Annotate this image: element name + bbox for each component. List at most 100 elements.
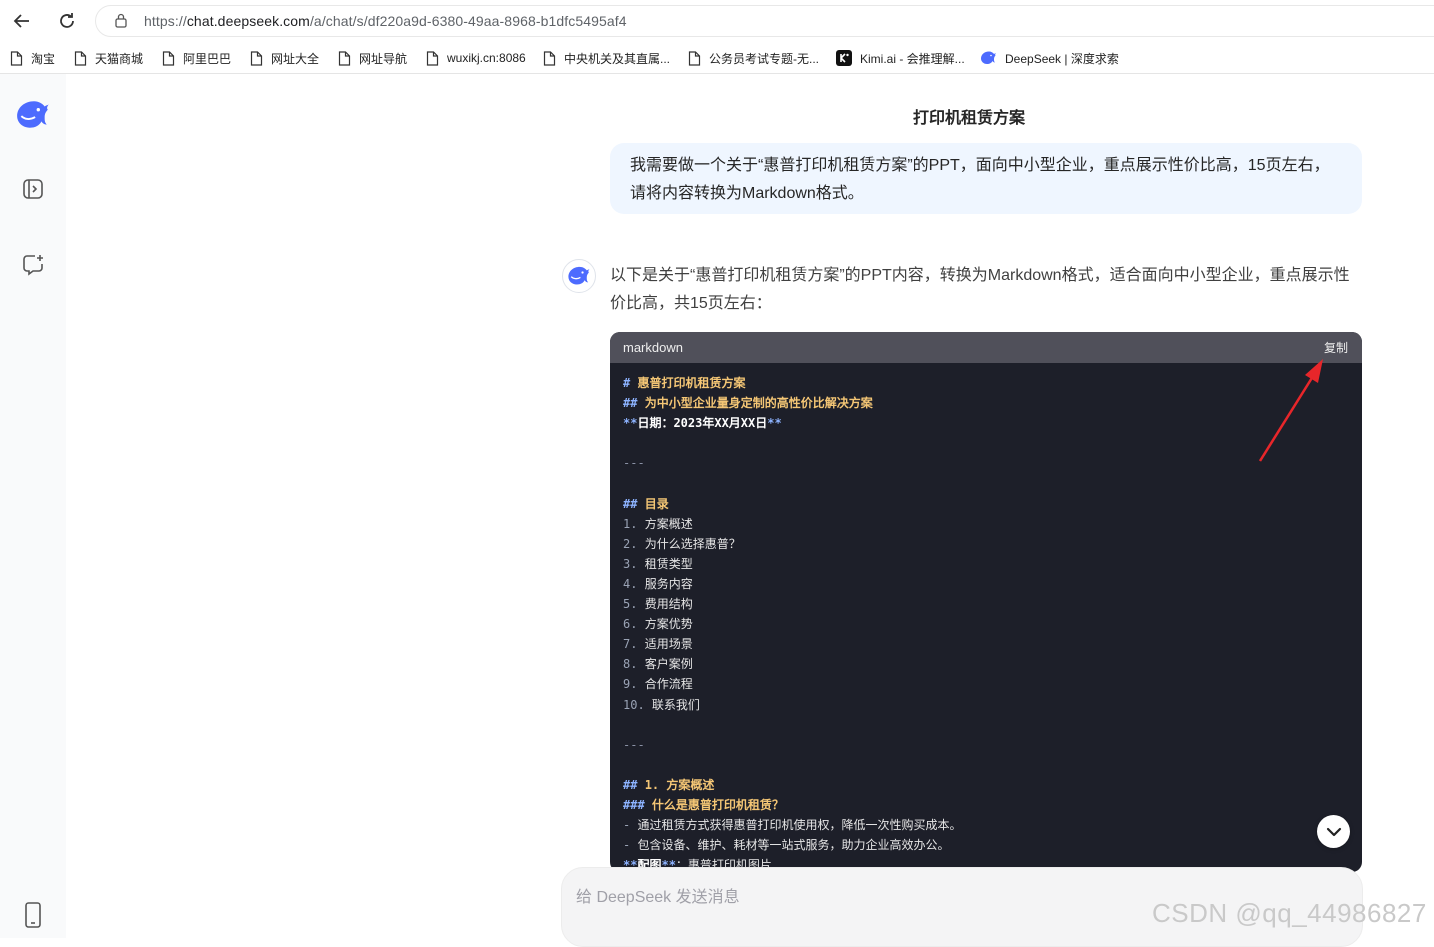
bookmark-item[interactable]: Kimi.ai - 会推理解...	[836, 48, 965, 68]
deepseek-icon	[981, 51, 996, 64]
toc-line: 4. 服务内容	[623, 574, 1349, 594]
reload-button[interactable]	[53, 7, 81, 35]
code-line: # 惠普打印机租赁方案	[623, 376, 746, 390]
toc-text: 适用场景	[644, 637, 693, 652]
page-icon	[250, 50, 263, 66]
expand-sidebar-icon[interactable]	[18, 174, 48, 204]
md-bullet: 通过租赁方式获得惠普打印机使用权，降低一次性购买成本。	[637, 818, 962, 833]
toc-line: 8. 客户案例	[623, 654, 1349, 674]
back-button[interactable]	[8, 7, 36, 35]
code-line: ## 目录	[623, 496, 669, 511]
toc-line: 2. 为什么选择惠普？	[623, 534, 1349, 554]
code-block: markdown 复制 # 惠普打印机租赁方案 ## 为中小型企业量身定制的高性价…	[610, 332, 1362, 872]
bookmarks-bar: 淘宝 天猫商城 阿里巴巴 网址大全 网址导航 wuxikj.cn:8086 中央…	[0, 42, 1434, 74]
bookmark-item[interactable]: 网址大全	[250, 48, 319, 68]
toc-num: 7.	[623, 637, 638, 652]
lock-icon[interactable]	[114, 13, 128, 33]
kimi-icon	[836, 50, 852, 66]
bookmark-item[interactable]: 中央机关及其直属...	[543, 48, 670, 68]
md-toc-title: 目录	[644, 496, 669, 511]
bookmark-item[interactable]: 阿里巴巴	[162, 48, 231, 68]
md-subsection-title: 什么是惠普打印机租赁？	[651, 797, 784, 812]
assistant-message-line: 价比高，共15页左右：	[610, 295, 772, 312]
app-sidebar	[0, 74, 66, 938]
bookmark-label: 公务员考试专题-无...	[709, 51, 819, 66]
bookmark-label: 中央机关及其直属...	[564, 51, 671, 66]
bookmark-label: 网址导航	[359, 51, 408, 66]
code-line: ---	[623, 735, 1349, 755]
new-chat-icon[interactable]	[18, 250, 48, 280]
toc-text: 方案优势	[644, 617, 693, 632]
code-line: - 通过租赁方式获得惠普打印机使用权，降低一次性购买成本。	[623, 818, 962, 833]
toc-line: 3. 租赁类型	[623, 554, 1349, 574]
code-block-header: markdown 复制	[610, 332, 1362, 363]
url-scheme: https://	[144, 13, 187, 29]
code-line: **日期：2023年XX月XX日**	[623, 416, 782, 431]
reload-icon	[60, 13, 74, 28]
bookmark-item[interactable]: wuxikj.cn:8086	[426, 48, 526, 68]
bookmark-item[interactable]: 淘宝	[10, 48, 55, 68]
bookmark-label: 网址大全	[271, 51, 320, 66]
deepseek-logo-icon[interactable]	[15, 100, 51, 130]
toc-text: 为什么选择惠普？	[644, 536, 741, 551]
toc-text: 合作流程	[644, 677, 693, 692]
page-icon	[426, 50, 439, 66]
bookmark-label: 淘宝	[31, 51, 56, 66]
toc-line: 7. 适用场景	[623, 634, 1349, 654]
page-icon	[688, 50, 701, 66]
code-line: ---	[623, 453, 1349, 473]
bookmark-item[interactable]: 网址导航	[338, 48, 407, 68]
mobile-app-icon[interactable]	[18, 900, 48, 930]
toc-num: 9.	[623, 677, 638, 692]
assistant-avatar	[562, 259, 596, 293]
toc-num: 8.	[623, 657, 638, 672]
bookmark-label: DeepSeek | 深度求索	[1005, 51, 1119, 66]
user-message-line: 我需要做一个关于“惠普打印机租赁方案”的PPT，面向中小型企业，重点展示性价比高…	[630, 157, 1330, 174]
page-icon	[162, 50, 175, 66]
url-text[interactable]: https://chat.deepseek.com/a/chat/s/df220…	[144, 13, 627, 29]
toc-num: 3.	[623, 556, 638, 571]
md-date: 日期：2023年XX月XX日	[637, 416, 768, 431]
conversation-title: 打印机租赁方案	[913, 110, 1026, 127]
toc-line: 9. 合作流程	[623, 674, 1349, 694]
page-icon	[10, 50, 23, 66]
url-domain: chat.deepseek.com	[186, 13, 310, 29]
bookmark-item[interactable]: 天猫商城	[74, 48, 143, 68]
md-hr: ---	[623, 737, 645, 752]
deepseek-avatar-icon	[568, 266, 590, 285]
toc-text: 方案概述	[644, 516, 693, 531]
page-icon	[543, 50, 556, 66]
toc-num: 4.	[623, 576, 638, 591]
browser-toolbar: https://chat.deepseek.com/a/chat/s/df220…	[0, 0, 1434, 42]
toc-text: 服务内容	[644, 576, 693, 591]
toc-line: 10. 联系我们	[623, 695, 1349, 715]
md-h1: 惠普打印机租赁方案	[637, 376, 746, 390]
bookmark-label: 天猫商城	[95, 51, 144, 66]
md-h2: 为中小型企业量身定制的高性价比解决方案	[644, 396, 873, 411]
page-icon	[338, 50, 351, 66]
user-message-line: 请将内容转换为Markdown格式。	[630, 185, 864, 202]
toc-num: 5.	[623, 597, 638, 612]
watermark: CSDN @qq_44986827	[1152, 898, 1427, 928]
toc-text: 客户案例	[644, 657, 693, 672]
page-icon	[74, 50, 87, 66]
scroll-to-bottom-button[interactable]	[1317, 815, 1350, 848]
user-message: 我需要做一个关于“惠普打印机租赁方案”的PPT，面向中小型企业，重点展示性价比高…	[610, 143, 1362, 214]
toc-text: 联系我们	[651, 697, 700, 712]
toc-num: 10.	[623, 697, 645, 712]
toc-num: 1.	[623, 516, 638, 531]
bookmark-item[interactable]: 公务员考试专题-无...	[688, 48, 819, 68]
toc-text: 费用结构	[644, 597, 693, 612]
bookmark-item[interactable]: DeepSeek | 深度求索	[980, 48, 1119, 68]
toc-num: 6.	[623, 617, 638, 632]
message-input-placeholder: 给 DeepSeek 发送消息	[576, 889, 740, 906]
copy-button[interactable]: 复制	[1324, 339, 1348, 356]
code-language-label: markdown	[623, 340, 683, 355]
code-body: # 惠普打印机租赁方案 ## 为中小型企业量身定制的高性价比解决方案 **日期：20…	[610, 363, 1362, 872]
bookmark-label: wuxikj.cn:8086	[447, 51, 526, 65]
chevron-down-icon	[1326, 827, 1341, 836]
toc-line: 5. 费用结构	[623, 594, 1349, 614]
